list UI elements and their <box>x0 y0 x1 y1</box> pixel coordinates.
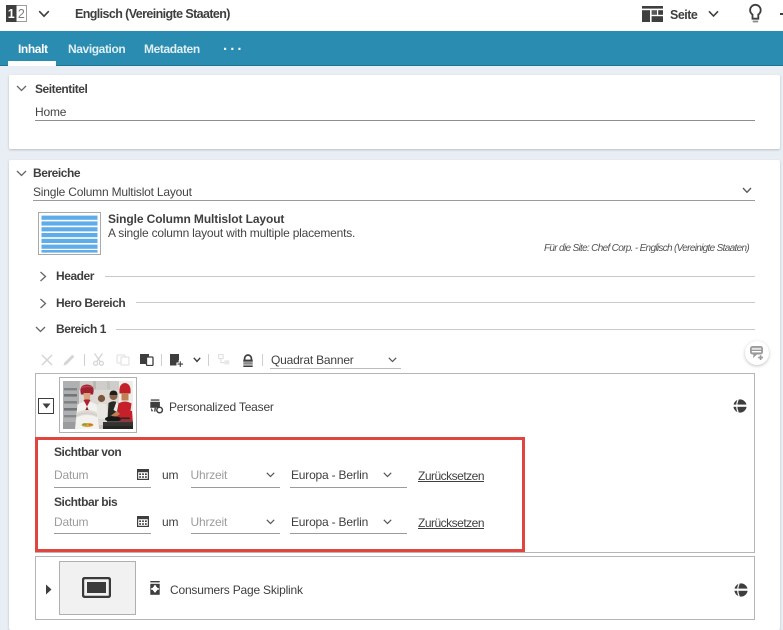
svg-text:2: 2 <box>18 7 25 21</box>
svg-text:1: 1 <box>8 7 15 21</box>
